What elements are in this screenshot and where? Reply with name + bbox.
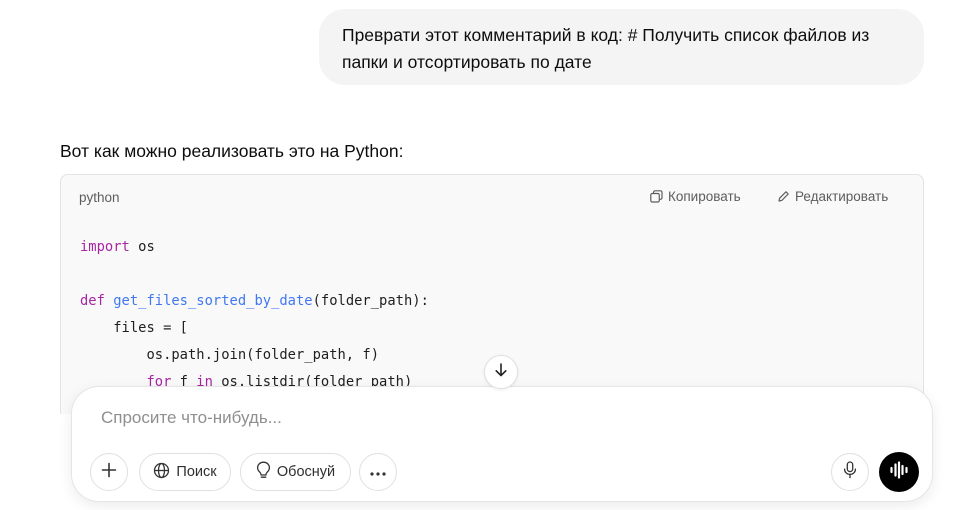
assistant-intro-text: Вот как можно реализовать это на Python:: [60, 141, 404, 161]
globe-icon: [153, 462, 170, 483]
ellipsis-icon: [370, 464, 386, 480]
message-composer: Поиск Обоснуй: [71, 386, 933, 502]
user-message-text: Преврати этот комментарий в код: # Получ…: [342, 25, 870, 72]
copy-code-button[interactable]: Копировать: [650, 189, 741, 204]
message-input[interactable]: [101, 408, 801, 428]
lightbulb-icon: [256, 461, 271, 483]
voice-waveform-icon: [889, 460, 909, 484]
code-keyword: def: [80, 293, 105, 309]
code-keyword: import: [80, 239, 130, 255]
code-function-name: get_files_sorted_by_date: [113, 293, 313, 309]
arrow-down-icon: [493, 362, 509, 383]
code-language-label: python: [79, 190, 120, 205]
code-text: os.path.join(folder_path, f): [80, 347, 380, 363]
reason-button[interactable]: Обоснуй: [240, 453, 351, 491]
edit-code-label: Редактировать: [795, 189, 889, 204]
edit-code-button[interactable]: Редактировать: [777, 189, 888, 204]
user-message-bubble: Преврати этот комментарий в код: # Получ…: [319, 9, 924, 85]
code-text: os: [129, 239, 155, 255]
microphone-icon: [843, 461, 857, 483]
pencil-icon: [777, 190, 790, 203]
voice-mode-button[interactable]: [879, 452, 919, 492]
copy-code-label: Копировать: [668, 189, 741, 204]
code-block-header: python Копировать Редактировать: [61, 175, 923, 221]
search-button[interactable]: Поиск: [139, 453, 231, 491]
code-text: (folder_path):: [312, 293, 429, 309]
scroll-to-bottom-button[interactable]: [484, 355, 518, 389]
more-options-button[interactable]: [359, 453, 397, 491]
code-content: import os def get_files_sorted_by_date(f…: [80, 234, 429, 396]
plus-icon: [101, 462, 117, 482]
search-button-label: Поиск: [176, 464, 217, 480]
code-text: files = [: [80, 320, 188, 336]
add-attachment-button[interactable]: [90, 453, 128, 491]
copy-icon: [650, 190, 663, 203]
reason-button-label: Обоснуй: [276, 464, 336, 480]
dictate-button[interactable]: [831, 453, 869, 491]
